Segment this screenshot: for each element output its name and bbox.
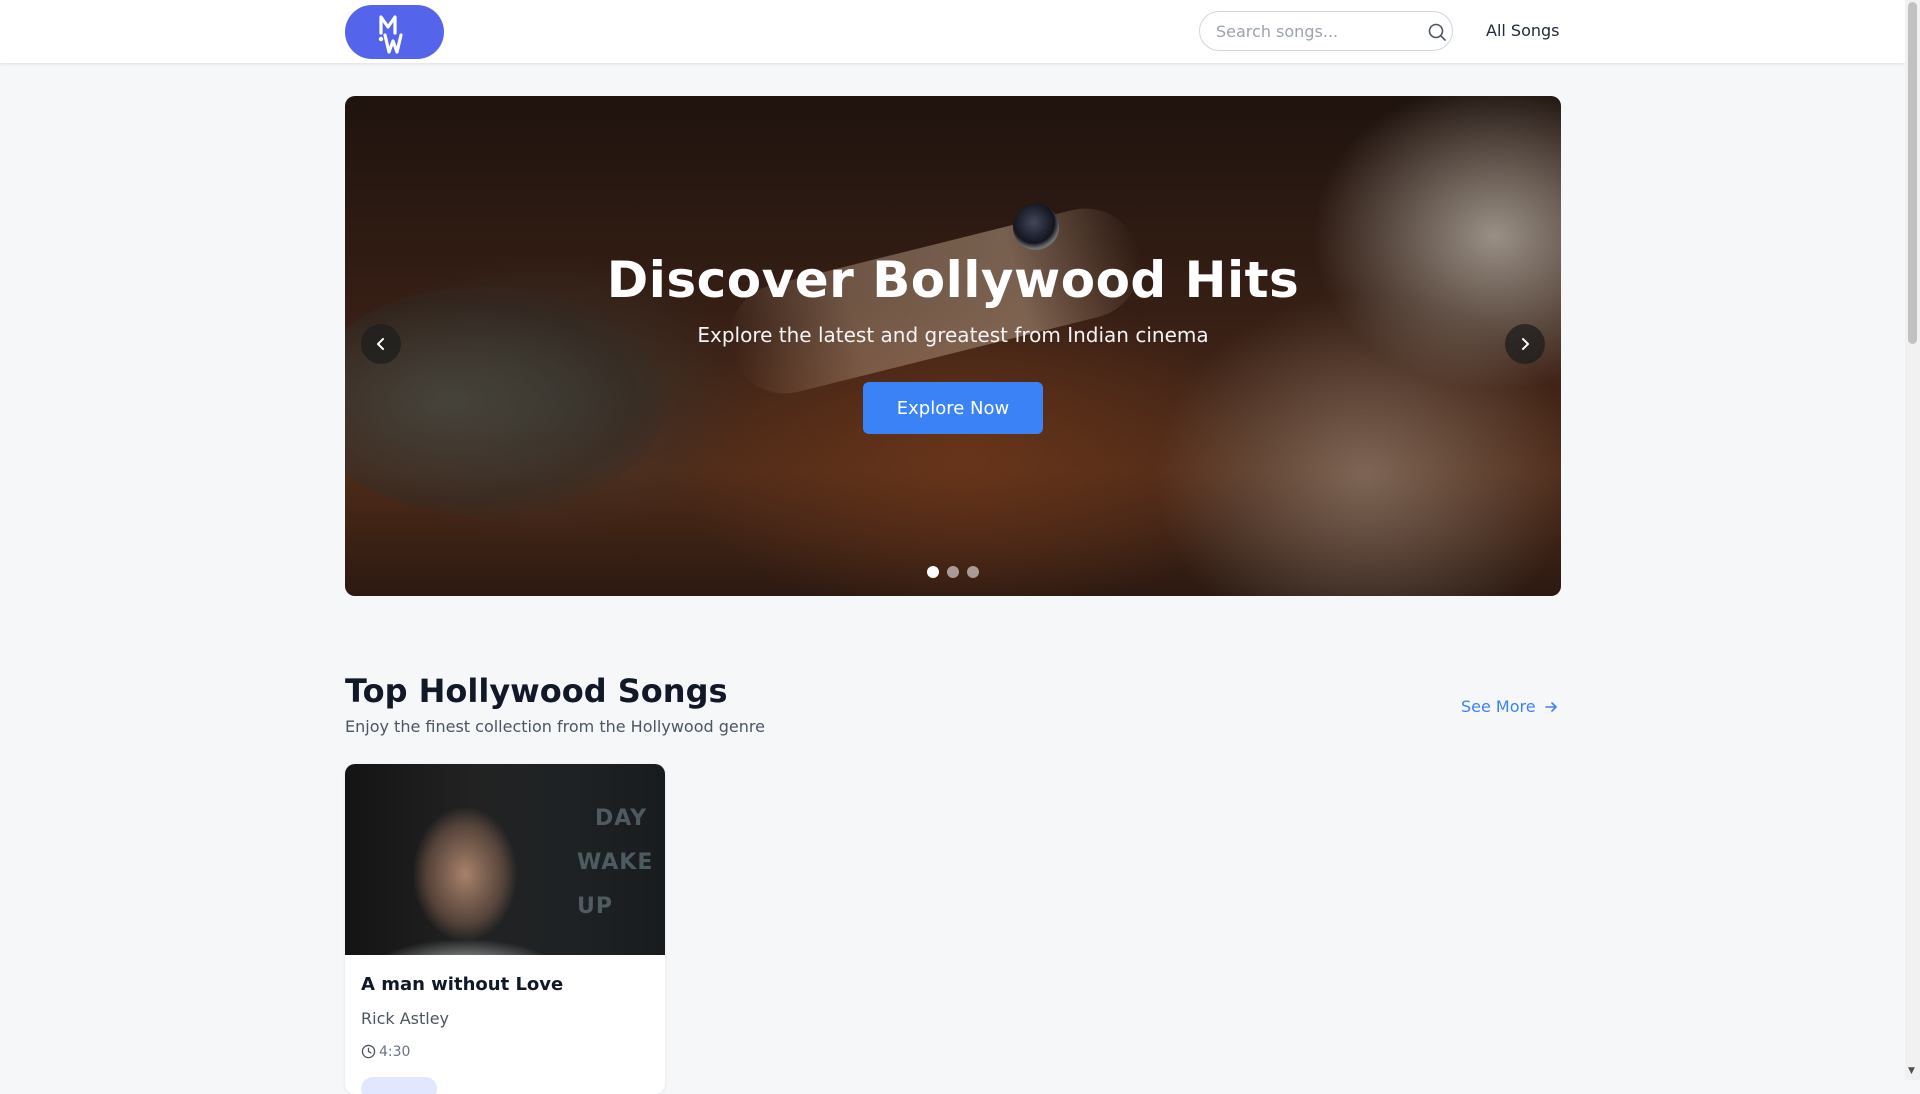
carousel-dot-1[interactable] (927, 566, 939, 578)
section-subtitle: Enjoy the finest collection from the Hol… (345, 717, 765, 736)
song-card[interactable]: DAY WAKE UP A man without Love Rick Astl… (345, 764, 665, 1094)
hero-carousel: Discover Bollywood Hits Explore the late… (345, 96, 1561, 596)
song-duration: 4:30 (361, 1044, 410, 1060)
thumbnail-wall-text: UP (577, 894, 613, 919)
chevron-right-icon (1522, 338, 1529, 350)
logo[interactable] (345, 5, 444, 59)
thumbnail-wall-text: WAKE (577, 850, 654, 875)
see-more-label: See More (1461, 697, 1536, 716)
page-scrollbar[interactable]: ▼ (1905, 0, 1920, 1080)
arrow-right-icon (1544, 702, 1557, 712)
clock-icon (361, 1044, 376, 1059)
chevron-left-icon (377, 338, 384, 350)
carousel-dot-2[interactable] (947, 566, 959, 578)
carousel-dot-3[interactable] (967, 566, 979, 578)
search-box[interactable] (1199, 11, 1453, 51)
top-navbar: All Songs (0, 0, 1905, 63)
carousel-prev-button[interactable] (361, 324, 401, 364)
thumbnail-wall-text: DAY (595, 806, 648, 831)
carousel-next-button[interactable] (1505, 324, 1545, 364)
hero-title: Discover Bollywood Hits (606, 251, 1300, 309)
hero-subtitle: Explore the latest and greatest from Ind… (697, 323, 1209, 347)
logo-mark-icon (378, 15, 403, 54)
scroll-down-arrow-icon[interactable]: ▼ (1908, 1066, 1915, 1076)
search-input[interactable] (1216, 20, 1406, 42)
search-icon[interactable] (1427, 22, 1447, 42)
song-thumbnail: DAY WAKE UP (345, 764, 665, 955)
scrollbar-thumb[interactable] (1908, 2, 1917, 344)
song-title[interactable]: A man without Love (361, 974, 563, 995)
nav-link-all-songs[interactable]: All Songs (1486, 21, 1560, 40)
carousel-indicators (927, 566, 987, 578)
song-artist: Rick Astley (361, 1009, 450, 1028)
see-more-link[interactable]: See More (1461, 697, 1558, 716)
section-title: Top Hollywood Songs (345, 672, 728, 710)
song-duration-value: 4:30 (379, 1044, 411, 1060)
explore-now-button[interactable]: Explore Now (863, 382, 1043, 434)
